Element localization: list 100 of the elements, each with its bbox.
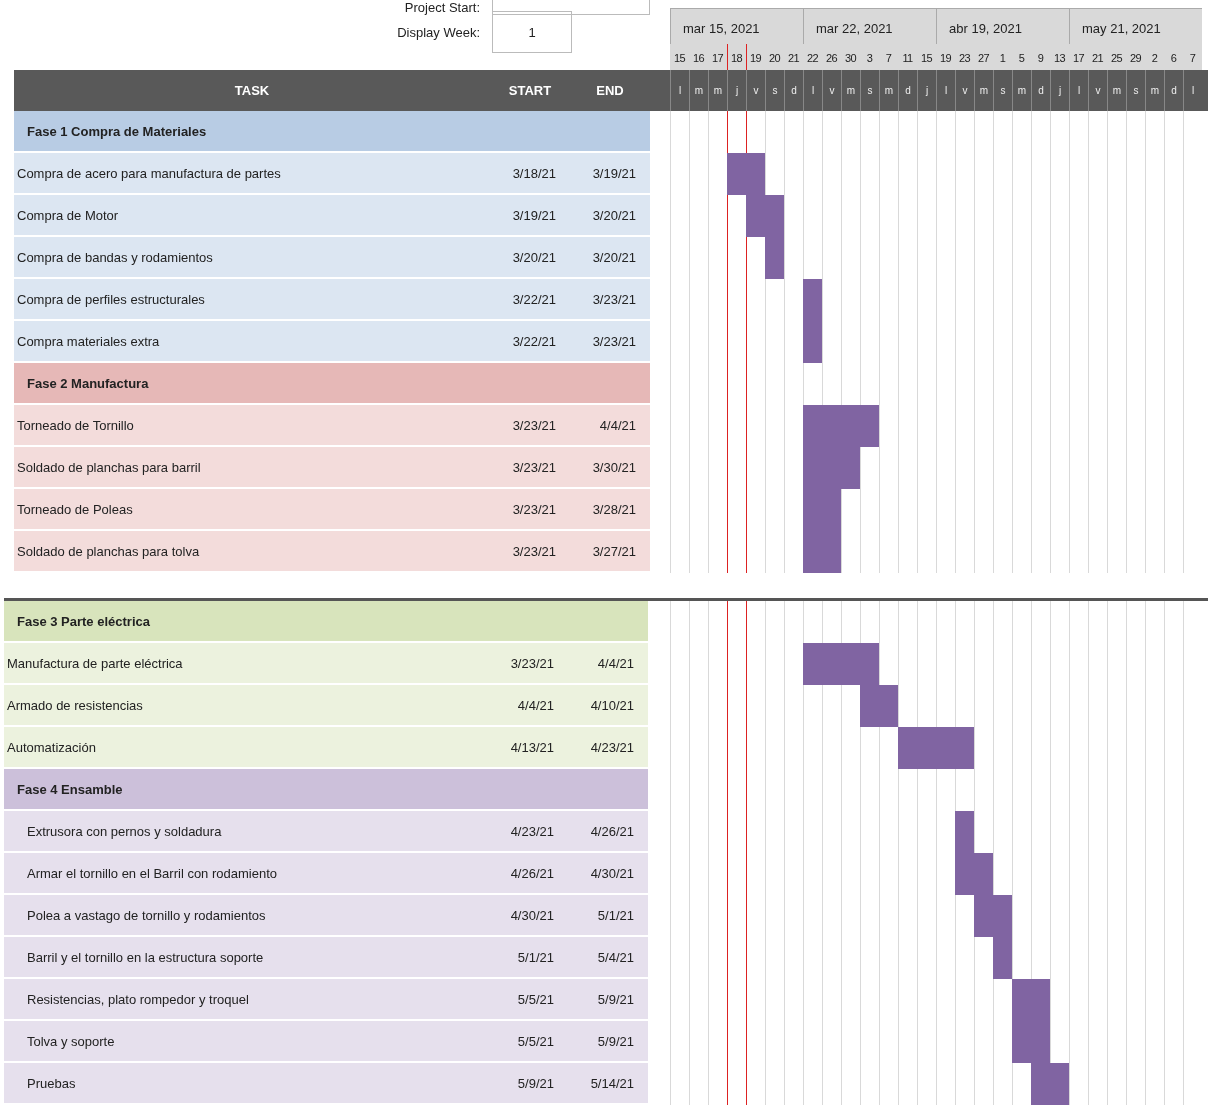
end-date: 5/14/21 xyxy=(589,1075,635,1091)
gantt-bar xyxy=(1031,1063,1069,1105)
start-date: 4/30/21 xyxy=(509,907,555,923)
gantt-bar xyxy=(803,279,822,321)
end-date: 5/1/21 xyxy=(596,907,635,923)
task-name: Resistencias, plato rompedor y troquel xyxy=(26,991,250,1007)
day-number: 7 xyxy=(1188,51,1197,66)
end-date: 5/4/21 xyxy=(596,949,635,965)
end-date: 4/4/21 xyxy=(598,417,637,433)
start-date: 3/20/21 xyxy=(511,249,557,265)
end-date: 4/4/21 xyxy=(596,655,635,671)
end-date: 4/30/21 xyxy=(589,865,635,881)
end-date: 3/23/21 xyxy=(591,333,637,349)
end-date: 3/23/21 xyxy=(591,291,637,307)
end-date: 4/23/21 xyxy=(589,739,635,755)
start-date: 3/23/21 xyxy=(511,417,557,433)
end-date: 5/9/21 xyxy=(596,1033,635,1049)
task-name: Manufactura de parte eléctrica xyxy=(6,655,184,671)
start-date: 3/23/21 xyxy=(511,459,557,475)
task-name: Armar el tornillo en el Barril con rodamiento xyxy=(26,865,278,881)
column-header: START xyxy=(507,83,553,98)
day-number: 27 xyxy=(976,51,990,66)
day-number: 2 xyxy=(1150,51,1159,66)
end-date: 3/30/21 xyxy=(591,459,637,475)
day-number: 22 xyxy=(805,51,819,66)
task-name: Compra de acero para manufactura de partes xyxy=(16,165,282,181)
start-date: 3/23/21 xyxy=(511,543,557,559)
start-date: 4/26/21 xyxy=(509,865,555,881)
day-number: 26 xyxy=(824,51,838,66)
day-number: 9 xyxy=(1036,51,1045,66)
task-name: Armado de resistencias xyxy=(6,697,144,713)
gantt-bar xyxy=(727,153,765,195)
task-name: Torneado de Poleas xyxy=(16,501,134,517)
task-name: Polea a vastago de tornillo y rodamientos xyxy=(26,907,267,923)
phase-title: Fase 2 Manufactura xyxy=(26,375,149,391)
end-date: 3/19/21 xyxy=(591,165,637,181)
start-date: 5/1/21 xyxy=(516,949,555,965)
end-date: 3/20/21 xyxy=(591,249,637,265)
start-date: 5/5/21 xyxy=(516,1033,555,1049)
day-number: 1 xyxy=(998,51,1007,66)
end-date: 3/28/21 xyxy=(591,501,637,517)
start-date: 3/23/21 xyxy=(509,655,555,671)
day-number: 23 xyxy=(957,51,971,66)
start-date: 4/13/21 xyxy=(509,739,555,755)
week-header: may 21, 2021 xyxy=(1069,8,1202,44)
day-number: 17 xyxy=(710,51,724,66)
day-number: 20 xyxy=(767,51,781,66)
phase-title: Fase 1 Compra de Materiales xyxy=(26,123,207,139)
task-name: Tolva y soporte xyxy=(26,1033,116,1049)
start-date: 5/5/21 xyxy=(516,991,555,1007)
end-date: 5/9/21 xyxy=(596,991,635,1007)
project-start-field[interactable] xyxy=(492,0,650,15)
task-name: Soldado de planchas para barril xyxy=(16,459,202,475)
start-date: 3/19/21 xyxy=(511,207,557,223)
task-name: Extrusora con pernos y soldadura xyxy=(26,823,223,839)
day-number: 30 xyxy=(843,51,857,66)
day-number: 3 xyxy=(865,51,874,66)
start-date: 5/9/21 xyxy=(516,1075,555,1091)
task-name: Soldado de planchas para tolva xyxy=(16,543,201,559)
task-name: Pruebas xyxy=(26,1075,77,1091)
column-header: END xyxy=(595,83,625,98)
day-number: 21 xyxy=(1090,51,1104,66)
start-date: 3/18/21 xyxy=(511,165,557,181)
display-week-field[interactable]: 1 xyxy=(492,11,572,53)
day-number: 29 xyxy=(1128,51,1142,66)
end-date: 4/26/21 xyxy=(589,823,635,839)
week-header: abr 19, 2021 xyxy=(936,8,1069,44)
day-number: 5 xyxy=(1017,51,1026,66)
phase-title: Fase 4 Ensamble xyxy=(16,781,123,797)
start-date: 4/23/21 xyxy=(509,823,555,839)
project-start-label: Project Start: xyxy=(403,0,481,15)
task-name: Automatización xyxy=(6,739,97,755)
end-date: 4/10/21 xyxy=(589,697,635,713)
day-number: 6 xyxy=(1169,51,1178,66)
day-number: 19 xyxy=(938,51,952,66)
task-name: Barril y el tornillo en la estructura soporte xyxy=(26,949,265,965)
week-header: mar 22, 2021 xyxy=(803,8,936,44)
phase-title: Fase 3 Parte eléctrica xyxy=(16,613,150,629)
week-header: mar 15, 2021 xyxy=(670,8,803,44)
start-date: 3/23/21 xyxy=(511,501,557,517)
column-header: TASK xyxy=(233,83,271,98)
day-number: 11 xyxy=(901,51,914,66)
start-date: 3/22/21 xyxy=(511,333,557,349)
display-week-label: Display Week: xyxy=(396,24,481,40)
gantt-bar xyxy=(803,531,841,573)
task-name: Torneado de Tornillo xyxy=(16,417,135,433)
task-name: Compra de Motor xyxy=(16,207,120,223)
day-number: 7 xyxy=(884,51,893,66)
day-number: 15 xyxy=(919,51,933,66)
task-name: Compra de bandas y rodamientos xyxy=(16,249,214,265)
day-number: 17 xyxy=(1071,51,1085,66)
gantt-bar xyxy=(803,321,822,363)
day-number: 15 xyxy=(672,51,686,66)
day-number: 19 xyxy=(748,51,762,66)
gantt-bar xyxy=(1012,1021,1050,1063)
end-date: 3/20/21 xyxy=(591,207,637,223)
day-number: 21 xyxy=(786,51,800,66)
day-number: 13 xyxy=(1052,51,1066,66)
end-date: 3/27/21 xyxy=(591,543,637,559)
task-name: Compra de perfiles estructurales xyxy=(16,291,206,307)
